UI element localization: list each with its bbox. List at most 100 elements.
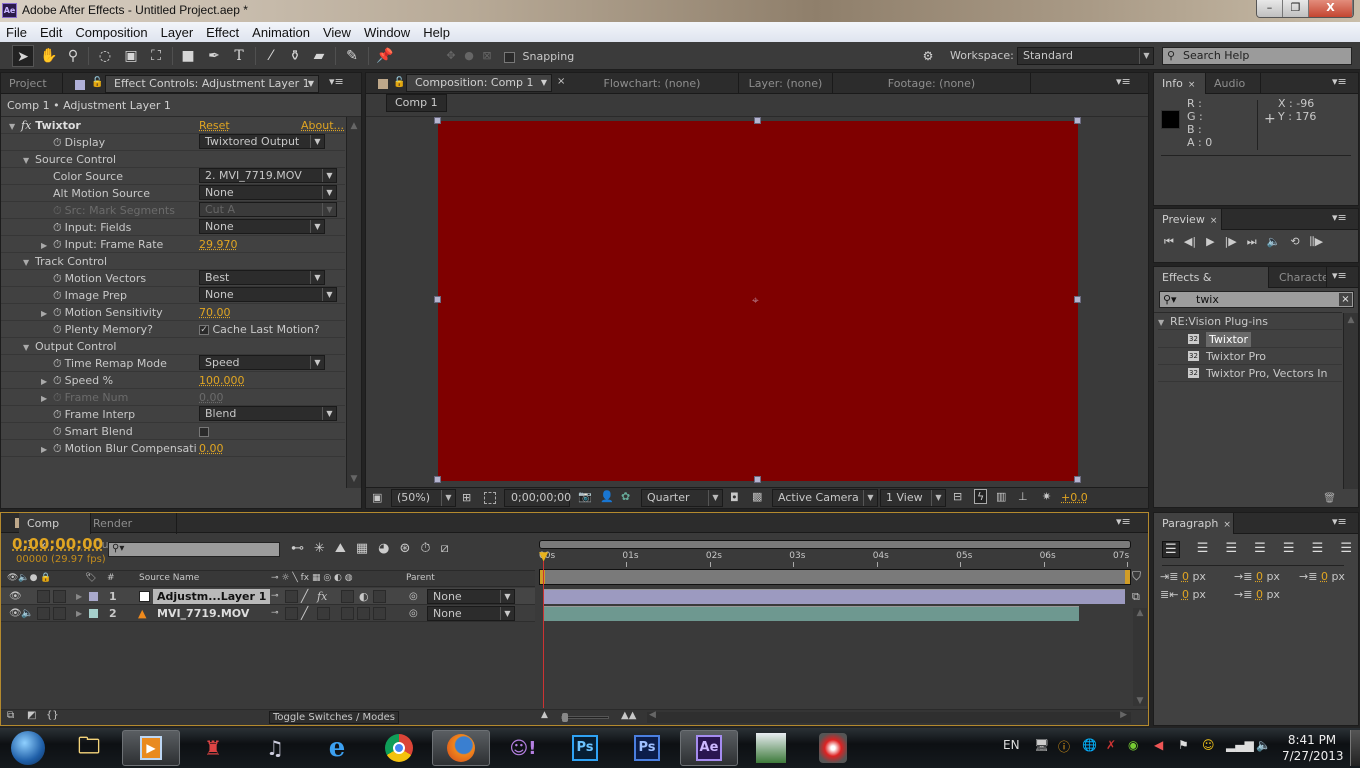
fx-icon[interactable]: fx — [21, 119, 31, 132]
quality-switch-icon[interactable]: ╱ — [301, 605, 308, 622]
timeline-horizontal-scrollbar[interactable]: ◀ ▶ — [647, 710, 1131, 723]
menu-view[interactable]: View — [323, 25, 351, 40]
property-dropdown[interactable]: 2. MVI_7719.MOV ▼ — [199, 168, 337, 183]
scroll-left-icon[interactable]: ◀ — [649, 710, 656, 720]
zoom-out-icon[interactable]: ▲ — [541, 710, 548, 720]
taskbar-chrome[interactable] — [370, 730, 428, 766]
flowchart-icon[interactable]: ⊥ — [1018, 490, 1028, 503]
auto-keyframe-icon[interactable]: ⏱ — [420, 541, 430, 556]
hide-shy-layers-icon[interactable]: ⛰ — [335, 541, 346, 556]
stopwatch-icon[interactable]: ⏱ — [53, 355, 62, 372]
layer-handle-tr[interactable] — [1074, 117, 1081, 124]
effect-switch-icon[interactable]: fx — [317, 588, 327, 605]
tab-layer[interactable]: Layer: (none) — [739, 73, 833, 94]
scroll-down-icon[interactable]: ▼ — [347, 474, 361, 484]
brainstorm-icon[interactable]: ⊛ — [399, 541, 410, 556]
lock-icon[interactable]: 🔓 — [91, 77, 103, 88]
menu-help[interactable]: Help — [423, 25, 450, 40]
expand-triangle-icon[interactable]: ▶ — [76, 605, 82, 622]
toggle-switches-modes-button[interactable]: Toggle Switches / Modes — [269, 711, 399, 724]
tab-composition[interactable]: Composition: Comp 1 ▼ — [406, 74, 552, 92]
layer-duration-bar[interactable] — [543, 606, 1080, 621]
justify-all-icon[interactable]: ☰ — [1340, 541, 1352, 558]
panel-menu-icon[interactable]: ▾≡ — [1332, 269, 1347, 282]
download-manager-icon[interactable]: 🌐 — [1082, 738, 1097, 752]
first-line-indent-value[interactable]: 0 — [1321, 570, 1328, 583]
resolution-dropdown[interactable]: Quarter ▼ — [641, 489, 723, 507]
property-checkbox[interactable]: ✓ Cache Last Motion? — [199, 321, 320, 338]
zoom-in-icon[interactable]: ▲▲ — [621, 710, 636, 721]
taskbar-itunes[interactable]: ♫ — [246, 730, 304, 766]
speaker-icon[interactable]: 🔈 — [1256, 738, 1271, 752]
effects-list-scrollbar[interactable]: ▲ — [1343, 313, 1358, 489]
panel-menu-icon[interactable]: ▾≡ — [1116, 515, 1131, 528]
source-name-header[interactable]: Source Name — [139, 571, 199, 586]
show-snapshot-icon[interactable]: 👤 — [600, 490, 614, 503]
timeline-search-input[interactable]: ⚲▾ — [108, 542, 280, 557]
scroll-up-icon[interactable]: ▲ — [347, 121, 361, 131]
collapse-triangle-icon[interactable]: ▼ — [23, 152, 35, 169]
taskbar-photoshop[interactable]: Ps — [556, 730, 614, 766]
taskbar-explorer[interactable]: 🗀 — [60, 730, 118, 766]
3d-layer-switch[interactable] — [373, 607, 386, 620]
frame-blending-icon[interactable]: ▦ — [356, 541, 368, 556]
expand-triangle-icon[interactable]: ▶ — [41, 237, 53, 254]
indent-right-value[interactable]: 0 — [1182, 588, 1189, 601]
stopwatch-icon[interactable]: ⏱ — [53, 287, 62, 304]
about-link[interactable]: About... — [301, 117, 344, 134]
taskbar-yahoo-messenger[interactable]: ☺! — [494, 730, 552, 766]
taskbar-media-player[interactable]: ▶ — [122, 730, 180, 766]
audio-icon[interactable]: 🔈 — [1267, 235, 1281, 249]
stopwatch-icon[interactable]: ⏱ — [53, 372, 62, 389]
layer-handle-mr[interactable] — [1074, 296, 1081, 303]
expand-triangle-icon[interactable]: ▶ — [41, 441, 53, 458]
menu-window[interactable]: Window — [364, 25, 410, 40]
adjustment-switch[interactable] — [357, 607, 370, 620]
taskbar-firewall[interactable]: ♜ — [184, 730, 242, 766]
show-desktop-button[interactable] — [1350, 730, 1360, 766]
layer-switches-icon[interactable]: ⧉ — [7, 710, 14, 721]
checkbox-icon[interactable] — [199, 427, 209, 437]
graph-editor-icon[interactable]: ⧄ — [441, 541, 449, 556]
scroll-down-icon[interactable]: ▼ — [1133, 696, 1147, 706]
panel-menu-icon[interactable]: ▾≡ — [1332, 211, 1347, 224]
solo-switch[interactable] — [37, 590, 50, 603]
menu-edit[interactable]: Edit — [40, 25, 62, 40]
view-layout-dropdown[interactable]: 1 View ▼ — [880, 489, 946, 507]
tab-effects-presets[interactable]: Effects & Presets× — [1154, 267, 1269, 305]
comp-marker-bin-icon[interactable]: ⛉ — [1132, 569, 1146, 584]
quality-switch-icon[interactable]: ╱ — [301, 588, 308, 605]
roto-brush-tool-icon[interactable]: ✎ — [341, 45, 363, 67]
search-help-input[interactable]: ⚲ Search Help — [1162, 47, 1352, 65]
align-left-icon[interactable]: ☰ — [1162, 541, 1180, 558]
motion-blur-switch[interactable] — [341, 607, 354, 620]
collapse-switch[interactable] — [285, 607, 298, 620]
close-tab-icon[interactable]: × — [1210, 216, 1218, 226]
nvidia-icon[interactable]: ◉ — [1128, 738, 1138, 752]
solo-switch[interactable] — [37, 607, 50, 620]
space-before-value[interactable]: 0 — [1256, 570, 1263, 583]
stopwatch-icon[interactable]: ⏱ — [53, 321, 62, 338]
property-dropdown[interactable]: Blend ▼ — [199, 406, 337, 421]
pick-whip-icon[interactable]: ◎ — [409, 588, 418, 605]
layer-handle-tl[interactable] — [434, 117, 441, 124]
property-dropdown[interactable]: None ▼ — [199, 219, 325, 234]
stopwatch-icon[interactable]: ⏱ — [53, 406, 62, 423]
zoom-tool-icon[interactable]: ⚲ — [62, 45, 84, 67]
effects-list-item[interactable]: 32 Twixtor — [1158, 331, 1342, 348]
work-area-bar[interactable] — [539, 569, 1131, 585]
3d-layer-switch[interactable] — [373, 590, 386, 603]
brush-tool-icon[interactable]: ⁄ — [260, 45, 282, 67]
pen-tool-icon[interactable]: ✒ — [203, 45, 225, 67]
layer-row[interactable]: 👁 ▶ 1 Adjustm...Layer 1 ⊸ ╱ fx ◐ ◎ None ▼ — [1, 588, 535, 605]
timeline-zoom-slider[interactable] — [561, 713, 609, 722]
taskbar-after-effects[interactable]: Ae — [680, 730, 738, 766]
collapse-switch[interactable] — [285, 590, 298, 603]
layer-handle-bc[interactable] — [754, 476, 761, 483]
restore-button[interactable]: ❐ — [1283, 0, 1309, 17]
checkbox-icon[interactable]: ✓ — [199, 325, 209, 335]
scroll-up-icon[interactable]: ▲ — [1133, 608, 1147, 618]
menu-file[interactable]: File — [6, 25, 27, 40]
collapse-triangle-icon[interactable]: ▼ — [23, 254, 35, 271]
clear-search-icon[interactable]: × — [1339, 293, 1352, 306]
